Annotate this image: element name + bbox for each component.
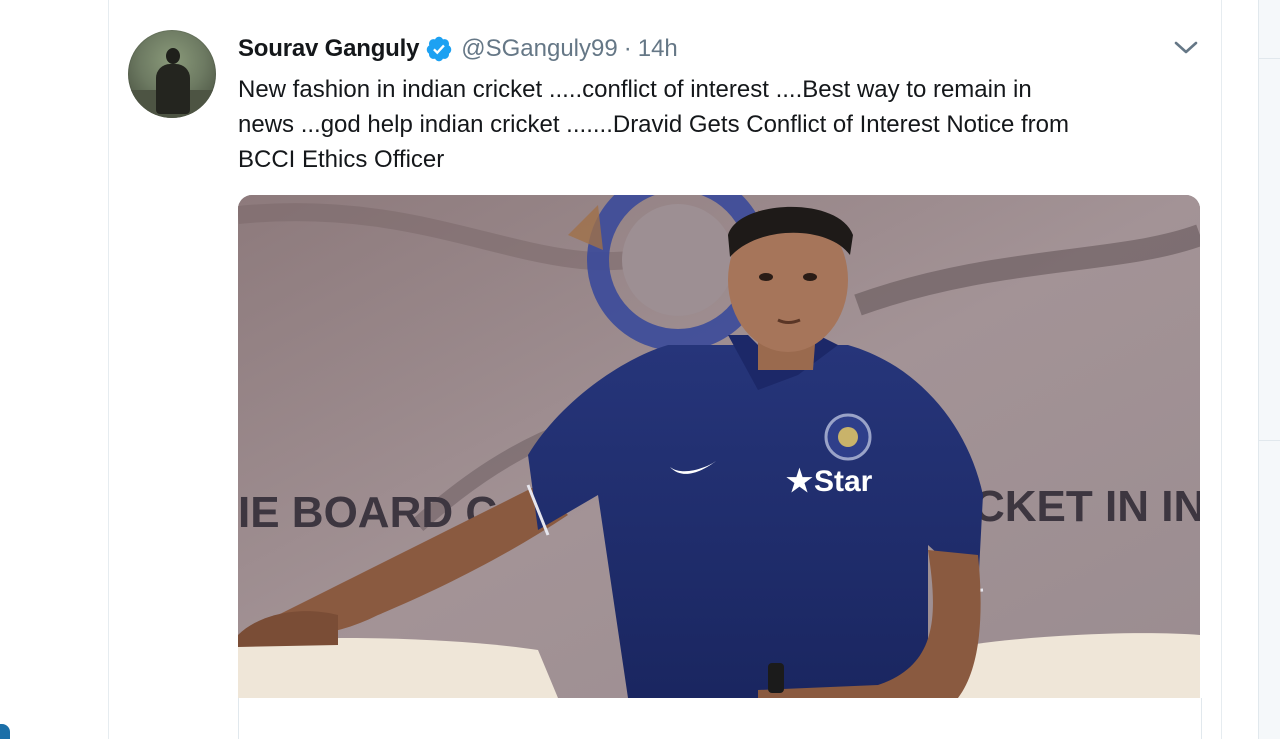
chevron-down-icon[interactable] <box>1172 38 1200 58</box>
separator-dot: · <box>623 35 632 62</box>
media-link-preview-strip[interactable] <box>238 698 1202 739</box>
shirt-sponsor-text: Star <box>814 465 873 498</box>
svg-text:★: ★ <box>786 465 813 498</box>
display-name[interactable]: Sourav Ganguly <box>238 35 419 63</box>
tweet-text: New fashion in indian cricket .....confl… <box>238 76 1070 173</box>
avatar[interactable] <box>128 30 216 118</box>
left-gutter <box>0 0 108 739</box>
twitter-page: Sourav Ganguly @SGanguly99 · 14h New fas… <box>0 0 1280 739</box>
tweet-media-image[interactable]: IE BOARD C CKET IN IN ★ Star <box>238 195 1200 698</box>
user-handle[interactable]: @SGanguly99 <box>461 35 617 63</box>
tweet-header: Sourav Ganguly @SGanguly99 · 14h <box>238 32 678 66</box>
verified-badge-icon <box>427 36 452 62</box>
timestamp[interactable]: 14h <box>638 35 678 63</box>
right-sidebar-edge <box>1258 0 1280 739</box>
media-photo: IE BOARD C CKET IN IN ★ Star <box>238 195 1200 698</box>
banner-text-right: CKET IN IN <box>973 482 1200 531</box>
